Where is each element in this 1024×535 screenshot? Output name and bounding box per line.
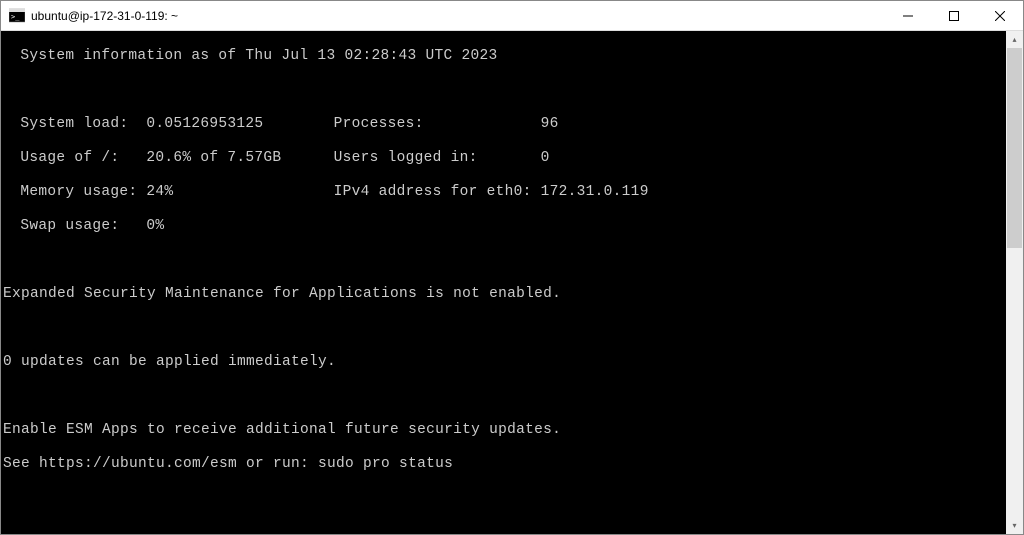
esm-hint-url: See https://ubuntu.com/esm or run: sudo … xyxy=(3,456,1006,473)
blank-line xyxy=(3,490,1006,507)
blank-line xyxy=(3,320,1006,337)
swap-usage: Swap usage: 0% xyxy=(3,218,1006,235)
sysinfo-row: System load: 0.05126953125Processes: 96 xyxy=(3,116,1006,133)
users-logged-in: Users logged in: 0 xyxy=(334,150,550,167)
sysinfo-row: Usage of /: 20.6% of 7.57GBUsers logged … xyxy=(3,150,1006,167)
blank-line xyxy=(3,252,1006,269)
scroll-up-arrow[interactable]: ▴ xyxy=(1006,31,1023,48)
sys-load: System load: 0.05126953125 xyxy=(20,116,333,133)
svg-text:>_: >_ xyxy=(11,13,20,21)
scrollbar-thumb[interactable] xyxy=(1007,48,1022,248)
esm-not-enabled: Expanded Security Maintenance for Applic… xyxy=(3,286,1006,303)
maximize-button[interactable] xyxy=(931,1,977,30)
sysinfo-row: Memory usage: 24%IPv4 address for eth0: … xyxy=(3,184,1006,201)
vertical-scrollbar[interactable]: ▴ ▾ xyxy=(1006,31,1023,534)
scroll-down-arrow[interactable]: ▾ xyxy=(1006,517,1023,534)
terminal-area: System information as of Thu Jul 13 02:2… xyxy=(1,31,1023,534)
memory-usage: Memory usage: 24% xyxy=(20,184,333,201)
blank-line xyxy=(3,524,1006,534)
window-controls xyxy=(885,1,1023,30)
close-button[interactable] xyxy=(977,1,1023,30)
updates-zero: 0 updates can be applied immediately. xyxy=(3,354,1006,371)
blank-line xyxy=(3,388,1006,405)
minimize-button[interactable] xyxy=(885,1,931,30)
window-title: ubuntu@ip-172-31-0-119: ~ xyxy=(31,9,885,23)
disk-usage: Usage of /: 20.6% of 7.57GB xyxy=(20,150,333,167)
terminal-output[interactable]: System information as of Thu Jul 13 02:2… xyxy=(1,31,1006,534)
ipv4-eth0: IPv4 address for eth0: 172.31.0.119 xyxy=(334,184,649,201)
titlebar[interactable]: >_ ubuntu@ip-172-31-0-119: ~ xyxy=(1,1,1023,31)
blank-line xyxy=(3,82,1006,99)
sysinfo-header: System information as of Thu Jul 13 02:2… xyxy=(3,48,1006,65)
esm-hint: Enable ESM Apps to receive additional fu… xyxy=(3,422,1006,439)
terminal-window: >_ ubuntu@ip-172-31-0-119: ~ System info… xyxy=(0,0,1024,535)
processes: Processes: 96 xyxy=(334,116,559,133)
terminal-app-icon: >_ xyxy=(9,8,25,24)
